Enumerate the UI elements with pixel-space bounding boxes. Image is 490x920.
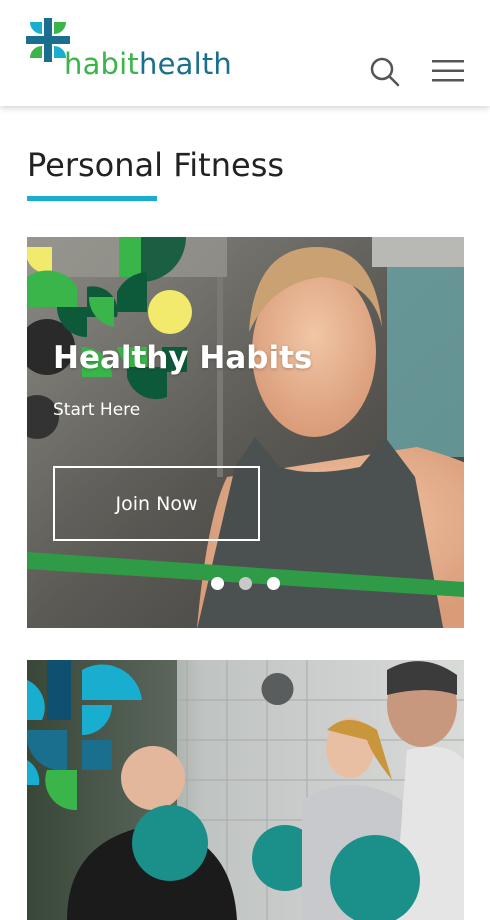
carousel-dot-2[interactable]: [239, 577, 252, 590]
hero-title: Healthy Habits: [53, 340, 313, 376]
brand-pattern-graphic: [27, 237, 192, 400]
training-image-card[interactable]: [27, 660, 464, 920]
brand-word-health: health: [139, 47, 233, 81]
title-underline: [27, 196, 157, 201]
site-header: habithealth: [0, 0, 490, 106]
search-button[interactable]: [368, 55, 402, 89]
carousel-indicators: [211, 577, 280, 590]
page-title: Personal Fitness: [27, 146, 285, 184]
hero-banner: Healthy Habits Start Here Join Now: [27, 237, 464, 628]
hamburger-menu-icon: [432, 60, 464, 82]
brand-pattern-graphic-2: [27, 660, 142, 811]
join-now-button[interactable]: Join Now: [53, 466, 260, 541]
carousel-dot-3[interactable]: [267, 577, 280, 590]
menu-button[interactable]: [430, 58, 466, 84]
hero-subtitle: Start Here: [53, 400, 141, 420]
brand-word-habit: habit: [64, 47, 139, 81]
search-icon: [370, 57, 400, 87]
carousel-dot-1[interactable]: [211, 577, 224, 590]
brand-wordmark[interactable]: habithealth: [64, 50, 232, 79]
